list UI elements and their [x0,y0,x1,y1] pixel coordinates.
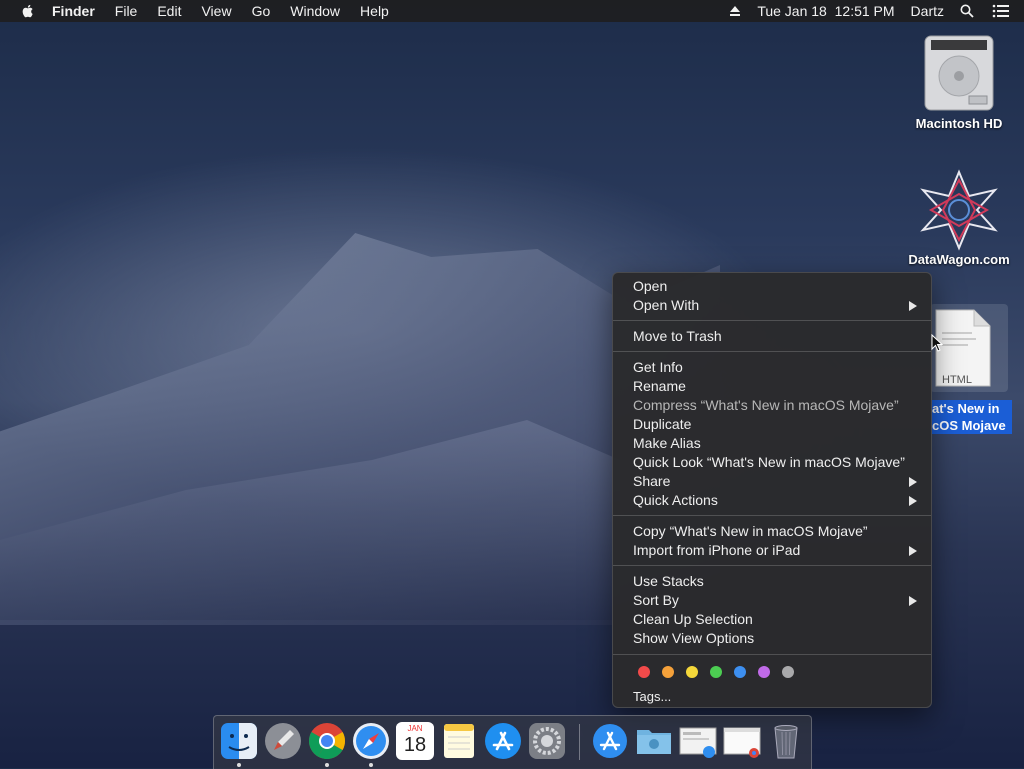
finder-icon[interactable] [220,722,258,760]
menu-item-copy[interactable]: Copy “What's New in macOS Mojave” [633,522,921,541]
desktop-icon-macintosh-hd[interactable]: Macintosh HD [905,32,1013,131]
menu-item-label: Compress “What's New in macOS Mojave” [633,397,899,413]
menu-item-rename[interactable]: Rename [633,377,921,396]
running-indicator [237,763,241,767]
menu-item-get-info[interactable]: Get Info [633,358,921,377]
safari-icon[interactable] [352,722,390,760]
menu-item-label: Move to Trash [633,328,722,344]
user-name[interactable]: Dartz [911,3,944,19]
context-menu: Open Open With Move to Trash Get Info Re… [612,272,932,708]
tag-blue[interactable] [734,666,746,678]
menu-separator [613,654,931,655]
system-preferences-icon[interactable] [528,722,566,760]
menu-file[interactable]: File [115,3,138,19]
menu-separator [613,515,931,516]
desktop-icon-label: Macintosh HD [915,116,1003,131]
apple-icon[interactable] [20,3,36,19]
html-label-line2: cOS Mojave [932,418,1006,433]
tag-yellow[interactable] [686,666,698,678]
submenu-arrow-icon [909,301,917,311]
menu-item-show-view-options[interactable]: Show View Options [633,629,921,648]
menu-item-label: Duplicate [633,416,692,432]
submenu-arrow-icon [909,477,917,487]
menu-item-label: Clean Up Selection [633,611,753,627]
desktop-icon-datawagon[interactable]: DataWagon.com [900,168,1018,267]
menu-item-move-to-trash[interactable]: Move to Trash [633,327,921,346]
menu-separator [613,351,931,352]
clock-datetime[interactable]: Tue Jan 18 12:51 PM [757,3,894,19]
spotlight-search-icon[interactable] [960,4,974,18]
running-indicator [369,763,373,767]
menu-window[interactable]: Window [290,3,340,19]
app-store-folder-icon[interactable] [591,722,629,760]
menu-item-label: Get Info [633,359,683,375]
calendar-icon[interactable]: JAN 18 [396,722,434,760]
trash-icon[interactable] [767,722,805,760]
menu-item-label: Copy “What's New in macOS Mojave” [633,523,868,539]
notes-icon[interactable] [440,722,478,760]
submenu-arrow-icon [909,596,917,606]
menu-item-use-stacks[interactable]: Use Stacks [633,572,921,591]
menu-item-tags[interactable]: Tags... [633,687,921,706]
launchpad-icon[interactable] [264,722,302,760]
menu-item-label: Quick Actions [633,492,718,508]
menu-item-label: Show View Options [633,630,755,646]
menu-item-label: Share [633,473,671,489]
file-type-label: HTML [942,374,972,386]
menu-help[interactable]: Help [360,3,389,19]
app-store-icon[interactable] [484,722,522,760]
menu-app-finder[interactable]: Finder [52,3,95,19]
menu-item-label: Make Alias [633,435,701,451]
hard-drive-icon [924,35,994,111]
dock: JAN 18 [213,715,812,769]
tag-red[interactable] [638,666,650,678]
folder-icon[interactable] [635,722,673,760]
mouse-cursor-icon [931,334,943,352]
menu-item-label: Open [633,278,668,294]
menu-go[interactable]: Go [252,3,271,19]
tag-orange[interactable] [662,666,674,678]
menu-item-label: Tags... [633,689,672,704]
tag-gray[interactable] [782,666,794,678]
desktop-icon-html-label[interactable]: at's New in cOS Mojave [930,400,1012,434]
menu-item-quick-look[interactable]: Quick Look “What's New in macOS Mojave” [633,453,921,472]
chrome-icon[interactable] [308,722,346,760]
running-indicator [325,763,329,767]
dock-separator [579,724,580,760]
menu-item-label: Rename [633,378,686,394]
menu-separator [613,565,931,566]
calendar-month: JAN [396,724,434,734]
menu-item-duplicate[interactable]: Duplicate [633,415,921,434]
menu-item-clean-up[interactable]: Clean Up Selection [633,610,921,629]
menu-item-label: Open With [633,297,700,313]
menu-item-quick-actions[interactable]: Quick Actions [633,491,921,510]
menu-item-import-iphone[interactable]: Import from iPhone or iPad [633,541,921,560]
menu-view[interactable]: View [201,3,231,19]
html-label-line1: at's New in [932,401,1000,416]
calendar-day: 18 [403,734,427,756]
menu-item-label: Import from iPhone or iPad [633,542,801,558]
menu-item-label: Sort By [633,592,679,608]
datawagon-logo-icon [920,169,998,251]
submenu-arrow-icon [909,546,917,556]
document-preview-icon[interactable] [679,722,717,760]
chrome-window-icon[interactable] [723,722,761,760]
tag-purple[interactable] [758,666,770,678]
menu-edit[interactable]: Edit [157,3,181,19]
menu-item-open-with[interactable]: Open With [633,296,921,315]
menu-separator [613,320,931,321]
menu-item-label: Quick Look “What's New in macOS Mojave” [633,454,905,470]
menu-item-sort-by[interactable]: Sort By [633,591,921,610]
menu-item-compress[interactable]: Compress “What's New in macOS Mojave” [633,396,921,415]
menu-item-share[interactable]: Share [633,472,921,491]
menubar: Finder File Edit View Go Window Help Tue… [0,0,1024,22]
desktop-icon-label: DataWagon.com [908,252,1010,267]
eject-icon[interactable] [729,5,741,17]
menu-item-label: Use Stacks [633,573,704,589]
submenu-arrow-icon [909,496,917,506]
tag-green[interactable] [710,666,722,678]
notification-center-icon[interactable] [992,4,1010,18]
menu-item-make-alias[interactable]: Make Alias [633,434,921,453]
menu-item-open[interactable]: Open [633,277,921,296]
